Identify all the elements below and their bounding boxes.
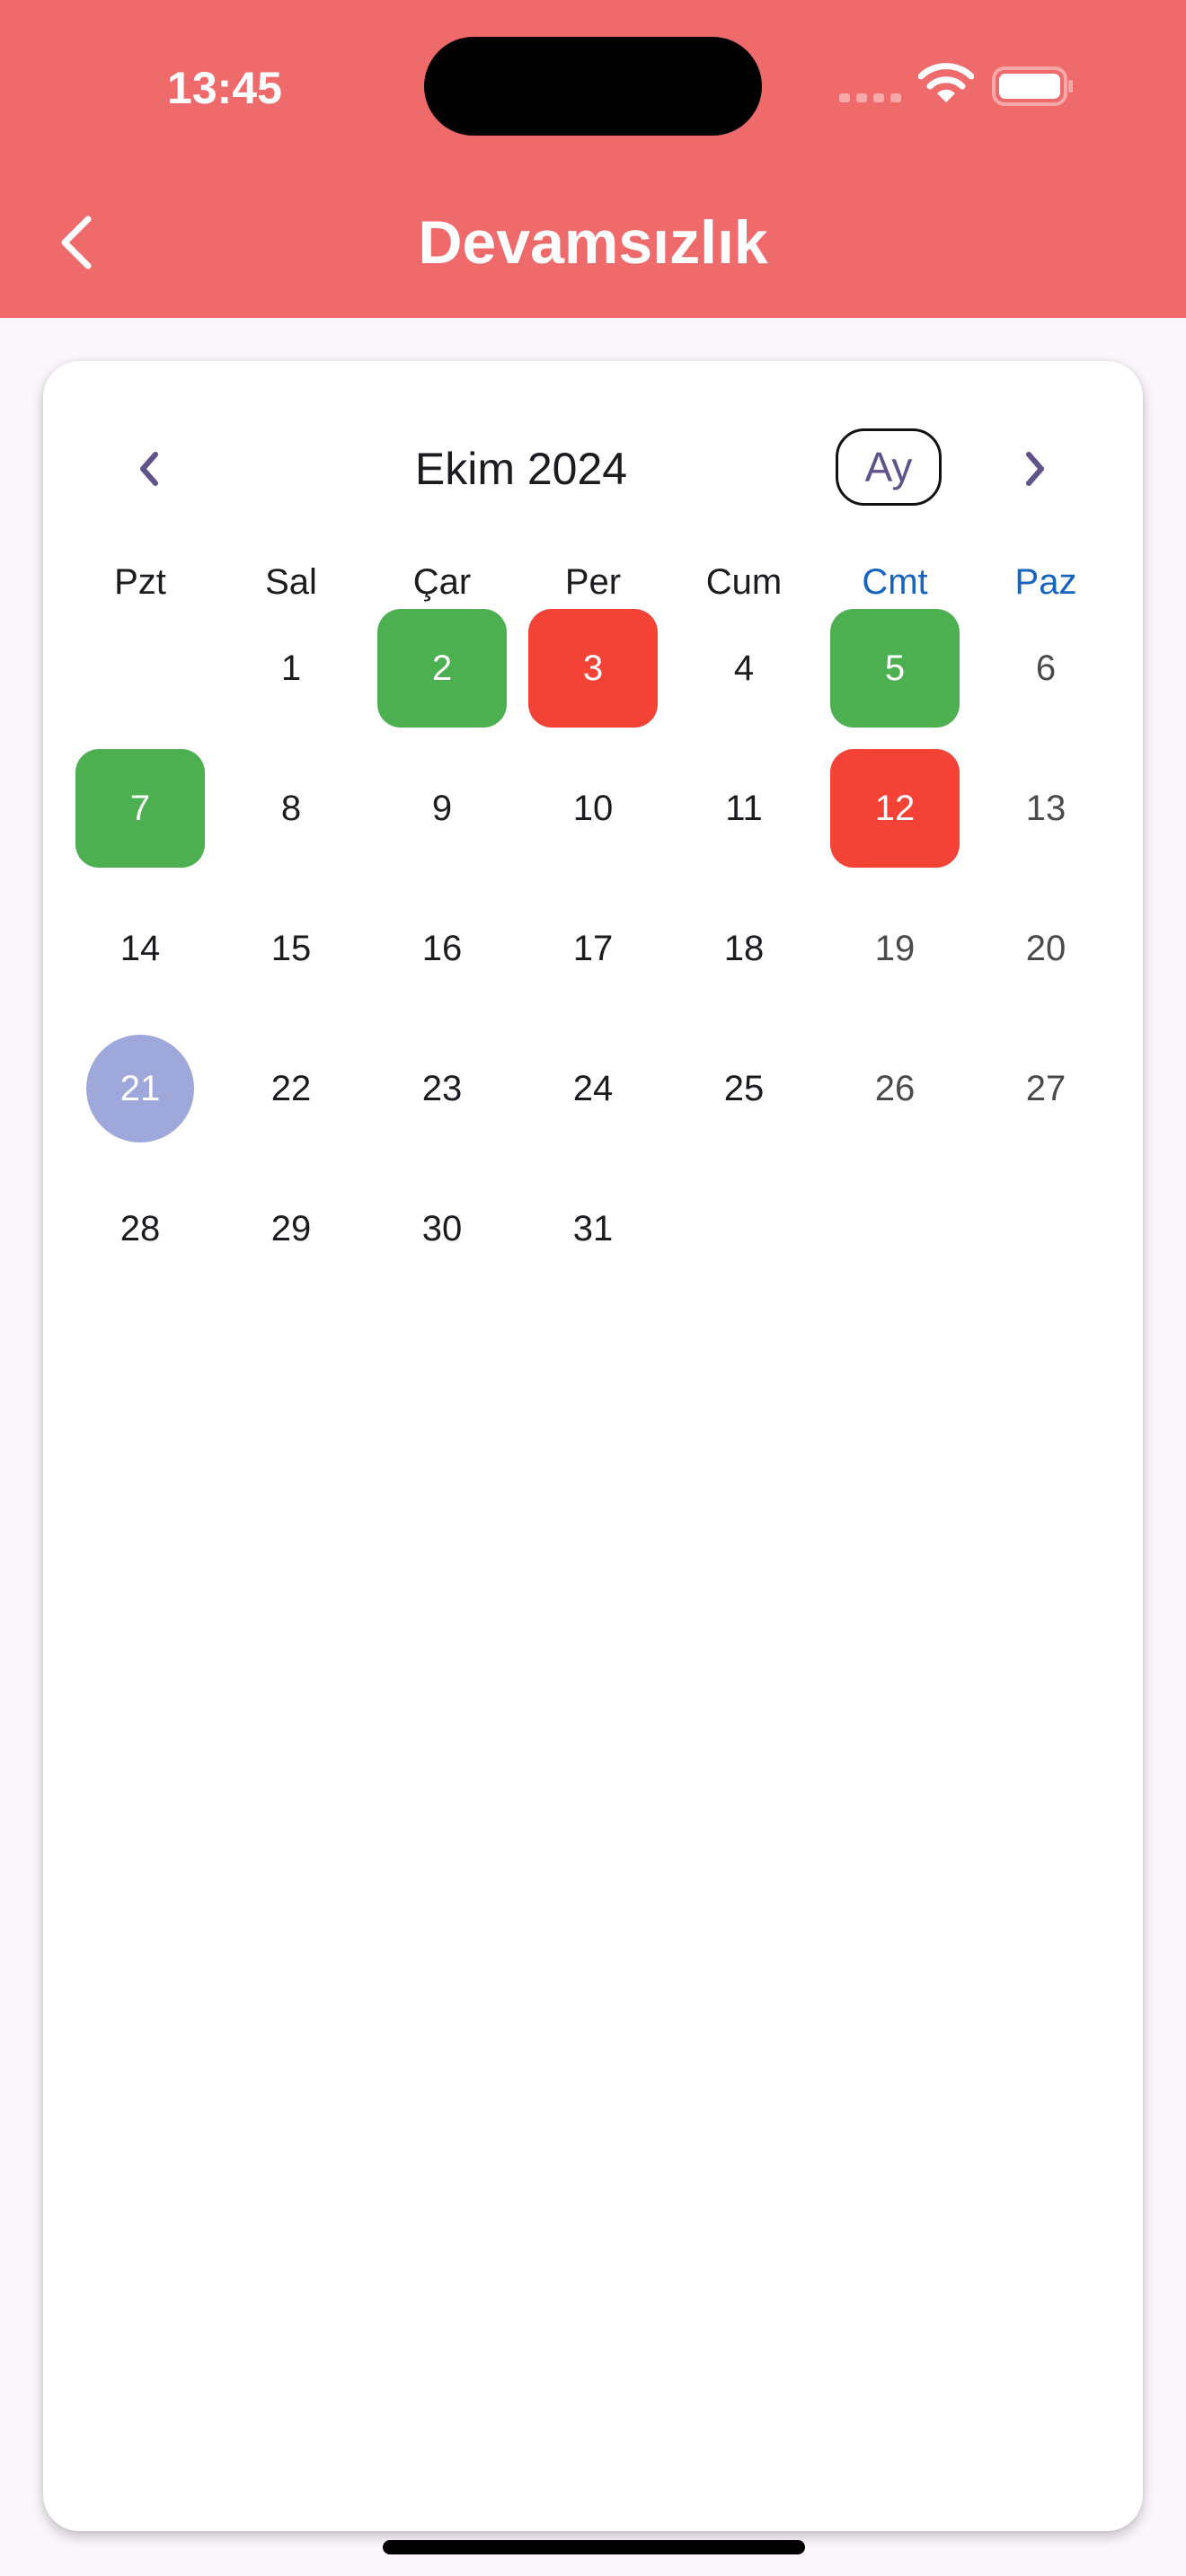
weekday-label: Cum: [705, 562, 783, 602]
day-number: 9: [431, 788, 453, 828]
calendar-day[interactable]: 9: [377, 749, 507, 868]
day-number: 4: [733, 648, 755, 688]
day-number: 30: [421, 1208, 463, 1248]
dynamic-island: [424, 37, 762, 136]
calendar-day-absent[interactable]: 3: [528, 609, 658, 728]
day-number: 21: [119, 1068, 161, 1108]
day-number: 25: [723, 1068, 765, 1108]
calendar-day[interactable]: 20: [981, 889, 1111, 1008]
day-number: 29: [270, 1208, 312, 1248]
day-number: 5: [884, 648, 906, 688]
day-number: 10: [572, 788, 614, 828]
calendar-day[interactable]: 23: [377, 1029, 507, 1148]
cellular-signal-icon: [839, 93, 901, 102]
calendar-day[interactable]: 27: [981, 1029, 1111, 1148]
day-number: 19: [874, 928, 916, 968]
calendar-day[interactable]: 10: [528, 749, 658, 868]
calendar-day[interactable]: 22: [226, 1029, 356, 1148]
calendar-day[interactable]: 16: [377, 889, 507, 1008]
calendar-day[interactable]: 8: [226, 749, 356, 868]
day-number: 27: [1025, 1068, 1067, 1108]
day-number: 13: [1025, 788, 1067, 828]
calendar-day[interactable]: 30: [377, 1169, 507, 1288]
chevron-left-icon: [61, 216, 92, 269]
home-indicator: [383, 2540, 805, 2554]
app-header: 13:45 Devamsızlık: [0, 0, 1186, 318]
calendar-day[interactable]: 17: [528, 889, 658, 1008]
previous-month-button[interactable]: [115, 435, 183, 503]
calendar-day[interactable]: 4: [679, 609, 809, 728]
calendar-day[interactable]: 14: [75, 889, 205, 1008]
weekday-label-weekend: Cmt: [862, 562, 928, 602]
weekday-label-weekend: Paz: [1014, 562, 1077, 602]
day-number: 6: [1035, 648, 1057, 688]
calendar-day[interactable]: 11: [679, 749, 809, 868]
chevron-left-icon: [140, 452, 158, 486]
wifi-icon: [918, 63, 974, 102]
day-number: 14: [119, 928, 161, 968]
day-number: 15: [270, 928, 312, 968]
calendar-day[interactable]: 26: [830, 1029, 960, 1148]
view-mode-toggle[interactable]: Ay: [836, 428, 942, 506]
day-number: 12: [874, 788, 916, 828]
day-number: 24: [572, 1068, 614, 1108]
calendar-day-present[interactable]: 7: [75, 749, 205, 868]
day-number: 31: [572, 1208, 614, 1248]
weekday-label: Çar: [412, 562, 472, 602]
calendar-day-absent[interactable]: 12: [830, 749, 960, 868]
calendar-day[interactable]: 25: [679, 1029, 809, 1148]
month-title: Ekim 2024: [414, 444, 628, 494]
chevron-right-icon: [1026, 452, 1044, 486]
calendar-day[interactable]: 24: [528, 1029, 658, 1148]
calendar-day[interactable]: 19: [830, 889, 960, 1008]
next-month-button[interactable]: [1001, 435, 1069, 503]
calendar-day[interactable]: 1: [226, 609, 356, 728]
day-number: 20: [1025, 928, 1067, 968]
day-number: 18: [723, 928, 765, 968]
calendar-day-present[interactable]: 5: [830, 609, 960, 728]
day-number: 28: [119, 1208, 161, 1248]
day-number: 1: [280, 648, 302, 688]
calendar-day[interactable]: 18: [679, 889, 809, 1008]
page-title: Devamsızlık: [418, 208, 768, 277]
day-number: 16: [421, 928, 463, 968]
calendar-day[interactable]: 13: [981, 749, 1111, 868]
calendar-day-present[interactable]: 2: [377, 609, 507, 728]
day-number: 7: [129, 788, 151, 828]
day-number: 26: [874, 1068, 916, 1108]
back-button[interactable]: [47, 207, 104, 278]
calendar-day[interactable]: 29: [226, 1169, 356, 1288]
day-number: 2: [431, 648, 453, 688]
weekday-label: Sal: [265, 562, 317, 602]
calendar-day[interactable]: 28: [75, 1169, 205, 1288]
day-number: 17: [572, 928, 614, 968]
calendar-day-today[interactable]: 21: [75, 1029, 205, 1148]
weekday-label: Per: [564, 562, 622, 602]
calendar-day[interactable]: 31: [528, 1169, 658, 1288]
battery-icon: [992, 66, 1073, 106]
weekday-label: Pzt: [114, 562, 166, 602]
calendar-day[interactable]: 15: [226, 889, 356, 1008]
day-number: 11: [725, 788, 763, 828]
calendar-day[interactable]: 6: [981, 609, 1111, 728]
status-time: 13:45: [167, 63, 282, 113]
day-number: 22: [270, 1068, 312, 1108]
day-number: 8: [280, 788, 302, 828]
day-number: 23: [421, 1068, 463, 1108]
day-number: 3: [582, 648, 604, 688]
